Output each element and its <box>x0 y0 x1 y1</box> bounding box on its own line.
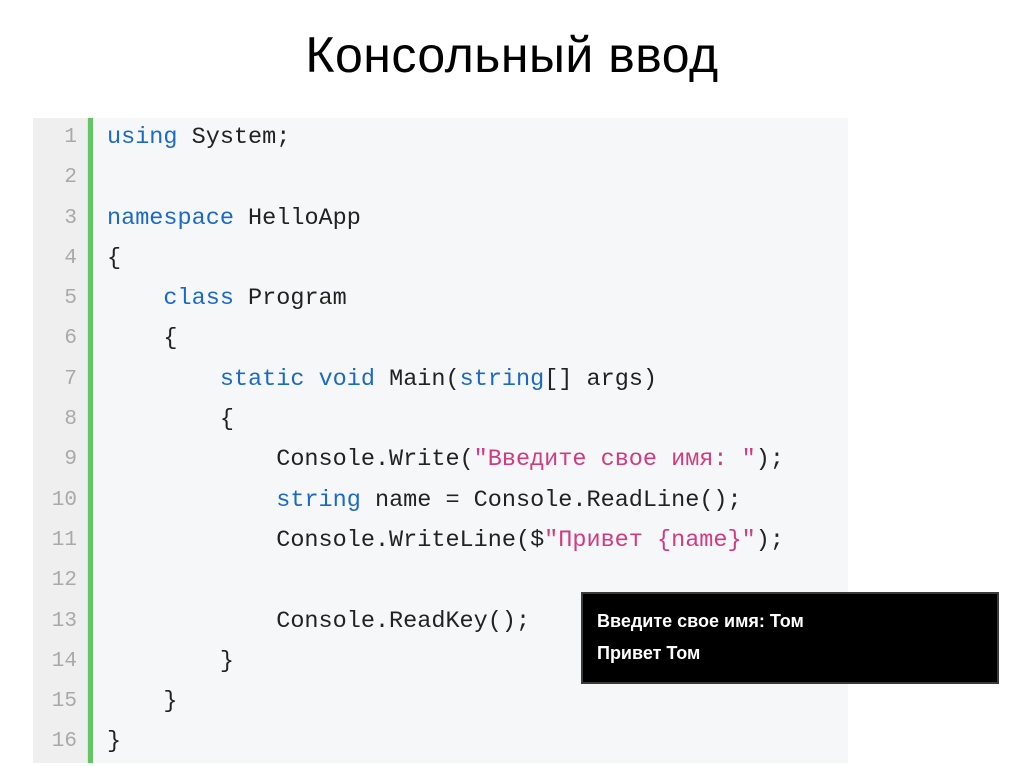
code-content: string name = Console.ReadLine(); <box>93 481 848 521</box>
slide: Консольный ввод 1using System;23namespac… <box>0 0 1024 767</box>
line-number: 11 <box>33 521 88 561</box>
line-number: 3 <box>33 199 88 239</box>
line-number: 6 <box>33 319 88 359</box>
console-line-2: Привет Том <box>597 642 983 665</box>
modification-bar <box>88 158 93 198</box>
code-content: using System; <box>93 118 848 158</box>
line-number: 15 <box>33 682 88 722</box>
line-number: 4 <box>33 239 88 279</box>
line-number: 10 <box>33 481 88 521</box>
code-line: 7 static void Main(string[] args) <box>33 360 848 400</box>
code-content: } <box>93 722 848 762</box>
code-line: 6 { <box>33 319 848 359</box>
code-line: 8 { <box>33 400 848 440</box>
code-line: 3namespace HelloApp <box>33 199 848 239</box>
code-line: 5 class Program <box>33 279 848 319</box>
code-line: 2 <box>33 158 848 198</box>
console-line-1: Введите свое имя: Том <box>597 610 983 633</box>
code-content: Console.WriteLine($"Привет {name}"); <box>93 521 848 561</box>
code-content: { <box>93 400 848 440</box>
line-number: 7 <box>33 360 88 400</box>
line-number: 8 <box>33 400 88 440</box>
code-line: 4{ <box>33 239 848 279</box>
slide-title: Консольный ввод <box>0 26 1024 84</box>
code-line: 16} <box>33 722 848 762</box>
code-line: 1using System; <box>33 118 848 158</box>
code-content: { <box>93 239 848 279</box>
line-number: 2 <box>33 158 88 198</box>
code-content: static void Main(string[] args) <box>93 360 848 400</box>
console-output: Введите свое имя: Том Привет Том <box>581 592 999 684</box>
code-content: class Program <box>93 279 848 319</box>
code-content: } <box>93 682 848 722</box>
line-number: 14 <box>33 642 88 682</box>
code-line: 15 } <box>33 682 848 722</box>
modification-bar <box>88 561 93 601</box>
line-number: 13 <box>33 602 88 642</box>
line-number: 12 <box>33 561 88 601</box>
line-number: 5 <box>33 279 88 319</box>
line-number: 1 <box>33 118 88 158</box>
line-number: 9 <box>33 440 88 480</box>
code-content: namespace HelloApp <box>93 199 848 239</box>
code-line: 11 Console.WriteLine($"Привет {name}"); <box>33 521 848 561</box>
code-line: 10 string name = Console.ReadLine(); <box>33 481 848 521</box>
code-line: 9 Console.Write("Введите свое имя: "); <box>33 440 848 480</box>
code-content: { <box>93 319 848 359</box>
line-number: 16 <box>33 722 88 762</box>
code-content: Console.Write("Введите свое имя: "); <box>93 440 848 480</box>
